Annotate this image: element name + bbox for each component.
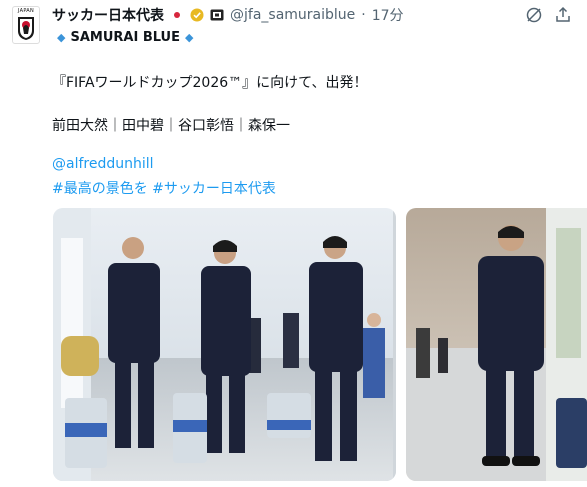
avatar[interactable]: JAPAN: [12, 6, 40, 44]
photo-1-image: [53, 208, 396, 481]
media-photo-1[interactable]: [53, 208, 396, 481]
header-separator: ·: [361, 7, 366, 23]
verified-badge-icon[interactable]: [190, 8, 204, 22]
grok-icon[interactable]: [525, 6, 543, 24]
account-handle[interactable]: @jfa_samuraiblue: [230, 7, 355, 23]
jfa-crest-icon: [18, 17, 34, 40]
mention-link[interactable]: @alfreddunhill: [52, 156, 154, 172]
diamond-icon: ◆: [57, 31, 66, 44]
account-name[interactable]: サッカー日本代表: [52, 5, 164, 25]
subtitle-text: SAMURAI BLUE: [70, 30, 180, 45]
tweet-line-2: 前田大然｜田中碧｜谷口彰悟｜森保一: [52, 118, 290, 134]
affiliate-tag-icon[interactable]: [210, 9, 224, 21]
post-time[interactable]: 17分: [372, 5, 404, 25]
share-icon[interactable]: [554, 6, 572, 24]
avatar-caption: JAPAN: [17, 8, 35, 14]
hashtag-links[interactable]: #最高の景色を #サッカー日本代表: [52, 178, 276, 198]
media-photo-2[interactable]: [406, 208, 587, 481]
japan-flag-icon: [170, 8, 184, 22]
tweet-subtitle: ◆ SAMURAI BLUE ◆: [57, 30, 193, 45]
tweet-header: サッカー日本代表 @jfa_samuraiblue · 17分: [52, 6, 404, 24]
tweet-line-1: 『FIFAワールドカップ2026™』に向けて、出発！: [52, 75, 368, 91]
photo-2-image: [406, 208, 587, 481]
diamond-icon: ◆: [185, 31, 194, 44]
